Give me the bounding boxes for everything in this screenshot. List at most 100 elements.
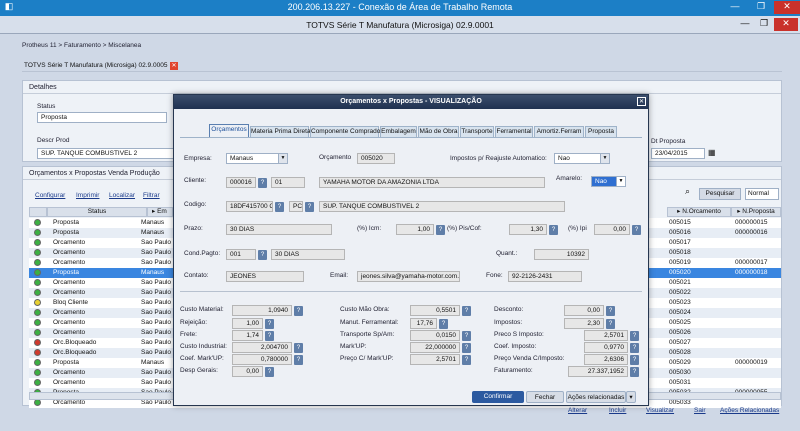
icm-lookup-icon[interactable]: ?: [436, 225, 445, 235]
amarelo-select[interactable]: Nao ▼: [591, 176, 626, 187]
status-field[interactable]: Proposta: [37, 112, 167, 123]
alterar-link[interactable]: Alterar: [568, 407, 587, 414]
coef-imposto-lookup-icon[interactable]: ?: [630, 343, 639, 353]
faturamento-lookup-icon[interactable]: ?: [630, 367, 639, 377]
acoes-relacionadas-button[interactable]: Ações relacionadas: [566, 391, 626, 403]
acoes-relacionadas-link[interactable]: Ações Relacionadas: [720, 407, 779, 414]
frete-field[interactable]: 1,74: [232, 330, 263, 341]
desp-gerais-lookup-icon[interactable]: ?: [265, 367, 274, 377]
calendar-icon[interactable]: ▦: [708, 148, 716, 157]
cliente-lookup-icon[interactable]: ?: [258, 178, 267, 188]
preco-venda-field[interactable]: 2,6306: [584, 354, 628, 365]
tab-amortiz-ferram[interactable]: Amortiz.Ferram: [534, 126, 584, 137]
dt-proposta-field[interactable]: 23/04/2015: [651, 148, 705, 159]
preco-markup-field[interactable]: 2,5701: [410, 354, 460, 365]
tab-embalagem[interactable]: Embalagem: [380, 126, 417, 137]
preco-venda-lookup-icon[interactable]: ?: [630, 355, 639, 365]
desconto-lookup-icon[interactable]: ?: [606, 306, 615, 316]
col-check-header[interactable]: [29, 207, 47, 217]
impostos-reajuste-select[interactable]: Nao ▼: [554, 153, 610, 164]
sair-link[interactable]: Sair: [694, 407, 706, 414]
configurar-link[interactable]: Configurar: [35, 192, 65, 199]
localizar-link[interactable]: Localizar: [109, 192, 135, 199]
codigo-um-field[interactable]: PC: [289, 201, 303, 212]
email-field[interactable]: jeones.silva@yamaha-motor.com.br: [357, 271, 460, 282]
um-lookup-icon[interactable]: ?: [305, 202, 314, 212]
impostos-field[interactable]: 2,30: [564, 318, 604, 329]
desconto-field[interactable]: 0,00: [564, 305, 604, 316]
document-tab[interactable]: TOTVS Série T Manufatura (Microsiga) 02.…: [24, 62, 167, 69]
tab-componente-comprado[interactable]: Componente Comprado: [310, 126, 380, 137]
cliente-code-field[interactable]: 000016: [226, 177, 256, 188]
markup-lookup-icon[interactable]: ?: [462, 343, 471, 353]
descr-prod-field[interactable]: SUP. TANQUE COMBUSTIVEL 2: [37, 148, 175, 159]
desp-gerais-field[interactable]: 0,00: [232, 366, 263, 377]
confirmar-button[interactable]: Confirmar: [472, 391, 524, 403]
rejeicao-field[interactable]: 1,00: [232, 318, 263, 329]
frete-lookup-icon[interactable]: ?: [265, 331, 274, 341]
faturamento-field[interactable]: 27.337,1952: [568, 366, 628, 377]
fone-field[interactable]: 92-2126-2431: [508, 271, 582, 282]
tab-mao-de-obra[interactable]: Mão de Obra: [418, 126, 459, 137]
preco-s-imposto-lookup-icon[interactable]: ?: [630, 331, 639, 341]
rejeicao-lookup-icon[interactable]: ?: [265, 319, 274, 329]
codigo-field[interactable]: 18DF415700 CO: [226, 201, 273, 212]
custo-mao-obra-lookup-icon[interactable]: ?: [462, 306, 471, 316]
filtrar-link[interactable]: Filtrar: [143, 192, 160, 199]
custo-mao-obra-field[interactable]: 0,5501: [410, 305, 460, 316]
cond-pagto-lookup-icon[interactable]: ?: [258, 250, 267, 260]
col-orcamento-header[interactable]: ▸ N.Orcamento: [667, 207, 731, 217]
col-em-header[interactable]: ▸ Em: [147, 207, 173, 217]
pis-lookup-icon[interactable]: ?: [549, 225, 558, 235]
codigo-lookup-icon[interactable]: ?: [275, 202, 284, 212]
quant-field[interactable]: 10392: [534, 249, 589, 260]
ipi-field[interactable]: 0,00: [594, 224, 630, 235]
contato-field[interactable]: JEONES: [226, 271, 304, 282]
minimize-icon[interactable]: —: [722, 1, 748, 14]
custo-material-field[interactable]: 1,0940: [232, 305, 292, 316]
manut-ferramental-field[interactable]: 17,76: [410, 318, 437, 329]
incluir-link[interactable]: Incluir: [609, 407, 626, 414]
app-restore-icon[interactable]: ❐: [755, 18, 773, 31]
icm-field[interactable]: 1,00: [396, 224, 434, 235]
custo-industrial-field[interactable]: 2,004700: [232, 342, 292, 353]
coef-imposto-field[interactable]: 0,9770: [584, 342, 628, 353]
custo-material-lookup-icon[interactable]: ?: [294, 306, 303, 316]
ipi-lookup-icon[interactable]: ?: [632, 225, 641, 235]
pesquisar-button[interactable]: Pesquisar: [699, 188, 741, 200]
coef-markup-lookup-icon[interactable]: ?: [294, 355, 303, 365]
cliente-nome-field[interactable]: YAMAHA MOTOR DA AMAZONIA LTDA: [319, 177, 545, 188]
fechar-button[interactable]: Fechar: [526, 391, 564, 403]
manut-ferramental-lookup-icon[interactable]: ?: [439, 319, 448, 329]
empresa-select[interactable]: Manaus ▼: [226, 153, 288, 164]
preco-s-imposto-field[interactable]: 2,5701: [584, 330, 628, 341]
cond-pagto-code-field[interactable]: 001: [226, 249, 256, 260]
tab-materia-prima[interactable]: Materia Prima Direta: [250, 126, 311, 137]
pis-field[interactable]: 1,30: [509, 224, 547, 235]
coef-markup-field[interactable]: 0,780000: [232, 354, 292, 365]
prazo-field[interactable]: 30 DIAS: [226, 224, 332, 235]
transporte-lookup-icon[interactable]: ?: [462, 331, 471, 341]
cliente-loja-field[interactable]: 01: [271, 177, 305, 188]
visualizar-link[interactable]: Visualizar: [646, 407, 674, 414]
cond-pagto-desc-field[interactable]: 30 DIAS: [271, 249, 345, 260]
tab-transporte[interactable]: Transporte: [460, 126, 494, 137]
codigo-desc-field[interactable]: SUP. TANQUE COMBUSTIVEL 2: [319, 201, 565, 212]
impostos-lookup-icon[interactable]: ?: [606, 319, 615, 329]
app-close-icon[interactable]: ✕: [774, 18, 798, 31]
transporte-field[interactable]: 0,0150: [410, 330, 460, 341]
search-icon[interactable]: ⌕: [685, 186, 690, 197]
close-tab-icon[interactable]: ✕: [170, 62, 178, 70]
order-select[interactable]: Normal: [745, 188, 779, 200]
tab-proposta[interactable]: Proposta: [585, 126, 617, 137]
dialog-close-icon[interactable]: ✕: [637, 97, 646, 106]
preco-markup-lookup-icon[interactable]: ?: [462, 355, 471, 365]
chevron-down-icon[interactable]: ▾: [626, 391, 636, 403]
orcamento-field[interactable]: 005020: [357, 153, 395, 164]
col-proposta-header[interactable]: ▸ N.Proposta: [731, 207, 781, 217]
markup-field[interactable]: 22,000000: [410, 342, 460, 353]
imprimir-link[interactable]: Imprimir: [76, 192, 99, 199]
tab-ferramental[interactable]: Ferramental: [495, 126, 533, 137]
tab-orcamentos[interactable]: Orçamentos: [209, 124, 249, 137]
restore-icon[interactable]: ❐: [748, 1, 774, 14]
